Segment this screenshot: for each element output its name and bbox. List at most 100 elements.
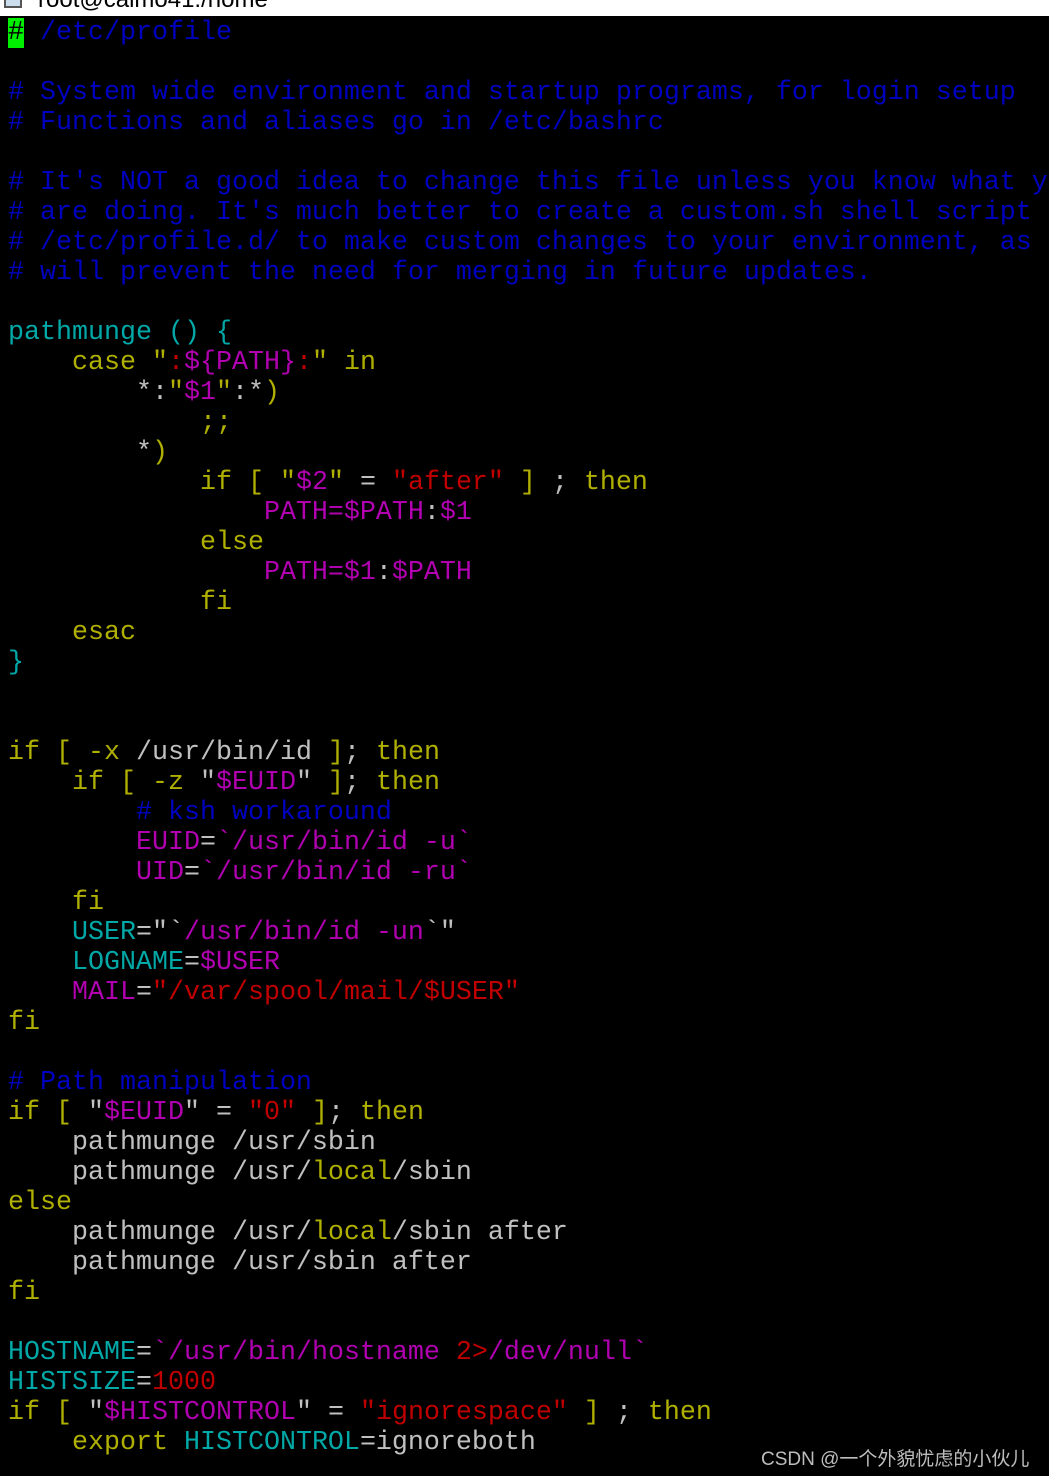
code-token: =ignoreboth xyxy=(359,1428,536,1458)
code-line: MAIL="/var/spool/mail/$USER" xyxy=(8,978,1049,1008)
code-line: LOGNAME=$USER xyxy=(8,948,1049,978)
code-token: esac xyxy=(8,618,136,648)
code-token: # ksh workaround xyxy=(8,798,392,828)
code-token: 2> xyxy=(455,1338,488,1368)
code-token: else xyxy=(8,1188,72,1218)
text-cursor: # xyxy=(8,18,24,48)
code-line: # System wide environment and startup pr… xyxy=(8,78,1049,108)
code-token: MAIL xyxy=(8,978,136,1008)
code-token: `/usr/bin/id -u` xyxy=(215,828,472,858)
code-token: *: xyxy=(8,378,168,408)
code-line: esac xyxy=(8,618,1049,648)
code-token: ) xyxy=(151,438,168,468)
code-line: # ksh workaround xyxy=(8,798,1049,828)
code-token: pathmunge /usr/sbin xyxy=(8,1128,376,1158)
code-token: " = xyxy=(183,1098,248,1128)
code-token: UID xyxy=(8,858,184,888)
code-token: fi xyxy=(8,888,104,918)
code-token: then xyxy=(375,738,440,768)
code-token: ; xyxy=(615,1398,648,1428)
code-token: # /etc/profile.d/ to make custom changes… xyxy=(8,228,1032,258)
code-token: `/usr/bin/id -ru` xyxy=(199,858,472,888)
code-token: " xyxy=(279,468,296,498)
code-token: "0" xyxy=(247,1098,296,1128)
code-token: $PATH xyxy=(391,558,472,588)
code-token: then xyxy=(359,1098,424,1128)
code-token: case xyxy=(8,348,152,378)
code-token: " in xyxy=(311,348,376,378)
code-token: fi xyxy=(8,1008,40,1038)
terminal-editor[interactable]: # /etc/profile # System wide environment… xyxy=(8,18,1049,1476)
watermark: CSDN @一个外貌忧虑的小伙儿 xyxy=(761,1449,1030,1470)
code-token: = xyxy=(343,468,392,498)
code-token: " xyxy=(151,348,168,378)
code-line: USER="`/usr/bin/id -un`" xyxy=(8,918,1049,948)
code-token: ] xyxy=(295,1098,328,1128)
code-token: USER xyxy=(8,918,136,948)
code-token: $HISTCONTROL xyxy=(103,1398,296,1428)
code-line: *) xyxy=(8,438,1049,468)
code-token: /sbin after xyxy=(391,1218,568,1248)
code-token: /usr/bin/id -un xyxy=(183,918,424,948)
code-line: fi xyxy=(8,588,1049,618)
code-token: ) xyxy=(263,378,280,408)
code-token: if [ xyxy=(8,468,280,498)
code-token: ] xyxy=(503,468,552,498)
code-token: local xyxy=(311,1218,392,1248)
code-token: " = xyxy=(295,1398,360,1428)
code-line: if [ "$HISTCONTROL" = "ignorespace" ] ; … xyxy=(8,1398,1049,1428)
code-token: $EUID xyxy=(103,1098,184,1128)
code-line: EUID=`/usr/bin/id -u` xyxy=(8,828,1049,858)
code-token: : xyxy=(375,558,392,588)
code-token: PATH=$1 xyxy=(8,558,376,588)
code-token: # It's NOT a good idea to change this fi… xyxy=(8,168,1048,198)
code-token: PATH=$PATH xyxy=(8,498,424,528)
code-line: # Functions and aliases go in /etc/bashr… xyxy=(8,108,1049,138)
code-token: /dev/null` xyxy=(487,1338,648,1368)
code-line: fi xyxy=(8,1278,1049,1308)
code-token: " xyxy=(87,1398,104,1428)
code-token: = xyxy=(135,978,152,1008)
window-titlebar: root@calmo41:/home xyxy=(0,0,1049,16)
code-token: 1000 xyxy=(151,1368,216,1398)
code-token: `/usr/bin/hostname xyxy=(151,1338,456,1368)
code-line: PATH=$PATH:$1 xyxy=(8,498,1049,528)
code-token: = xyxy=(135,1338,152,1368)
code-token: ; xyxy=(327,1098,360,1128)
code-token: export xyxy=(8,1428,184,1458)
code-token: ] xyxy=(327,738,344,768)
code-token: = xyxy=(199,828,216,858)
code-token: `" xyxy=(423,918,456,948)
code-token: "after" xyxy=(391,468,504,498)
code-token: if [ -x xyxy=(8,738,136,768)
code-line: if [ "$EUID" = "0" ]; then xyxy=(8,1098,1049,1128)
code-token: HOSTNAME xyxy=(8,1338,136,1368)
code-token: HISTCONTROL xyxy=(183,1428,360,1458)
code-line: UID=`/usr/bin/id -ru` xyxy=(8,858,1049,888)
code-line: ;; xyxy=(8,408,1049,438)
code-token: fi xyxy=(8,1278,40,1308)
terminal-icon xyxy=(4,0,22,8)
code-token: " xyxy=(215,378,232,408)
code-line: # will prevent the need for merging in f… xyxy=(8,258,1049,288)
code-line: pathmunge () { xyxy=(8,318,1049,348)
code-token: ; xyxy=(551,468,584,498)
code-token: ] xyxy=(327,768,344,798)
code-token: then xyxy=(647,1398,712,1428)
code-token: ; xyxy=(343,768,376,798)
code-token: " xyxy=(87,1098,104,1128)
code-token: * xyxy=(8,438,152,468)
code-token: pathmunge () { xyxy=(8,318,232,348)
code-line: pathmunge /usr/sbin xyxy=(8,1128,1049,1158)
code-token: pathmunge /usr/sbin after xyxy=(8,1248,472,1278)
code-token: $USER xyxy=(199,948,280,978)
code-line: # are doing. It's much better to create … xyxy=(8,198,1049,228)
code-token: ${PATH} xyxy=(183,348,296,378)
code-line: HISTSIZE=1000 xyxy=(8,1368,1049,1398)
code-token: ; xyxy=(343,738,376,768)
code-token: " xyxy=(295,768,328,798)
